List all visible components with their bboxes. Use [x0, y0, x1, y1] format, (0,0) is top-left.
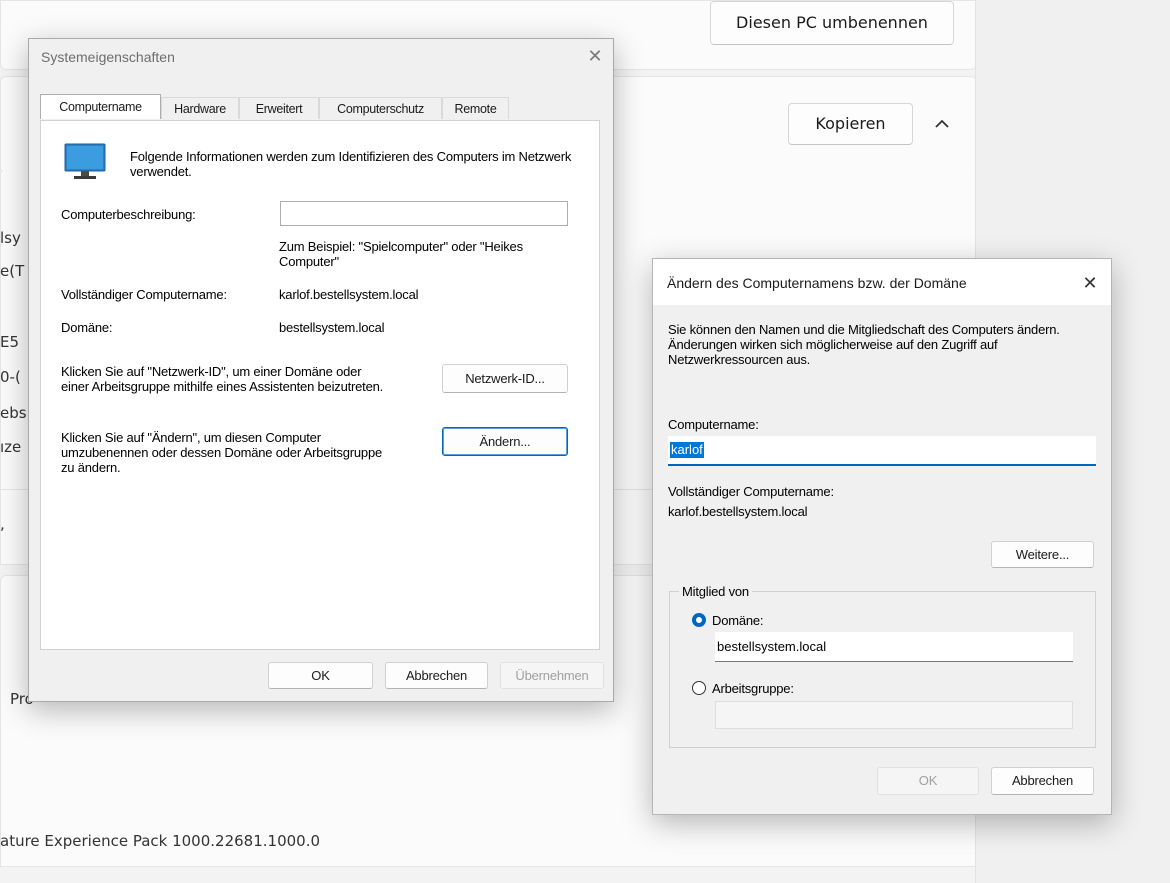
tab-hardware[interactable]: Hardware: [161, 97, 239, 119]
cancel-button[interactable]: Abbrechen: [991, 767, 1094, 795]
computer-description-input[interactable]: [280, 201, 568, 226]
ok-button[interactable]: OK: [268, 662, 373, 689]
rename-computer-dialog: Ändern des Computernamens bzw. der Domän…: [652, 258, 1112, 815]
spec-fragment: ebs: [0, 404, 27, 422]
tab-computername[interactable]: Computername: [40, 94, 161, 119]
change-button[interactable]: Ändern...: [442, 427, 568, 456]
dialog-title: Systemeigenschaften: [41, 49, 175, 65]
apply-button: Übernehmen: [500, 662, 604, 689]
fullname-label: Vollständiger Computername:: [668, 484, 834, 499]
network-id-button[interactable]: Netzwerk-ID...: [442, 364, 568, 393]
computername-selected-text: karlof: [670, 442, 704, 458]
spec-fragment: e(T: [0, 262, 25, 280]
system-properties-dialog: Systemeigenschaften ✕ Computername Hardw…: [28, 38, 614, 702]
domain-radio[interactable]: [691, 612, 707, 628]
spec-fragment: E5: [0, 333, 20, 351]
close-icon[interactable]: ✕: [1073, 270, 1107, 296]
ok-button: OK: [877, 767, 979, 795]
more-button[interactable]: Weitere...: [991, 541, 1094, 568]
computername-input[interactable]: karlof: [668, 436, 1096, 466]
domain-label: Domäne:: [61, 320, 113, 335]
spec-fragment: ıze: [0, 438, 22, 456]
cancel-button[interactable]: Abbrechen: [385, 662, 488, 689]
member-of-label: Mitglied von: [679, 584, 752, 599]
workgroup-input: [715, 701, 1073, 729]
spec-fragment: ,: [0, 515, 5, 533]
tab-strip: Computername Hardware Erweitert Computer…: [40, 94, 600, 121]
fullname-label: Vollständiger Computername:: [61, 287, 227, 302]
example-text: Zum Beispiel: "Spielcomputer" oder "Heik…: [279, 239, 523, 269]
rename-pc-button[interactable]: Diesen PC umbenennen: [710, 1, 954, 45]
experience-pack-text: ature Experience Pack 1000.22681.1000.0: [0, 832, 321, 850]
spec-fragment: 0-(: [0, 368, 21, 386]
intro-text: Sie können den Namen und die Mitgliedsch…: [668, 322, 1060, 367]
workgroup-radio[interactable]: [691, 680, 707, 696]
computername-label: Computername:: [668, 417, 759, 432]
intro-text: Folgende Informationen werden zum Identi…: [130, 149, 572, 179]
network-id-text: Klicken Sie auf "Netzwerk-ID", um einer …: [61, 364, 384, 394]
copy-button[interactable]: Kopieren: [788, 103, 913, 145]
spec-fragment: lsy: [0, 229, 21, 247]
domain-value: bestellsystem.local: [279, 320, 385, 335]
monitor-icon: [64, 141, 106, 183]
change-text: Klicken Sie auf "Ändern", um diesen Comp…: [61, 430, 383, 475]
workgroup-radio-label[interactable]: Arbeitsgruppe:: [712, 681, 794, 696]
dialog-title: Ändern des Computernamens bzw. der Domän…: [667, 275, 967, 291]
fullname-value: karlof.bestellsystem.local: [668, 504, 808, 519]
tab-erweitert[interactable]: Erweitert: [239, 97, 319, 119]
fullname-value: karlof.bestellsystem.local: [279, 287, 419, 302]
description-label: Computerbeschreibung:: [61, 207, 196, 222]
domain-radio-label[interactable]: Domäne:: [712, 613, 764, 628]
tab-remote[interactable]: Remote: [442, 97, 509, 119]
domain-input[interactable]: [715, 632, 1073, 662]
close-icon[interactable]: ✕: [578, 43, 612, 69]
tab-computerschutz[interactable]: Computerschutz: [319, 97, 442, 119]
chevron-up-icon[interactable]: [930, 112, 954, 136]
tab-page: Folgende Informationen werden zum Identi…: [40, 120, 600, 650]
